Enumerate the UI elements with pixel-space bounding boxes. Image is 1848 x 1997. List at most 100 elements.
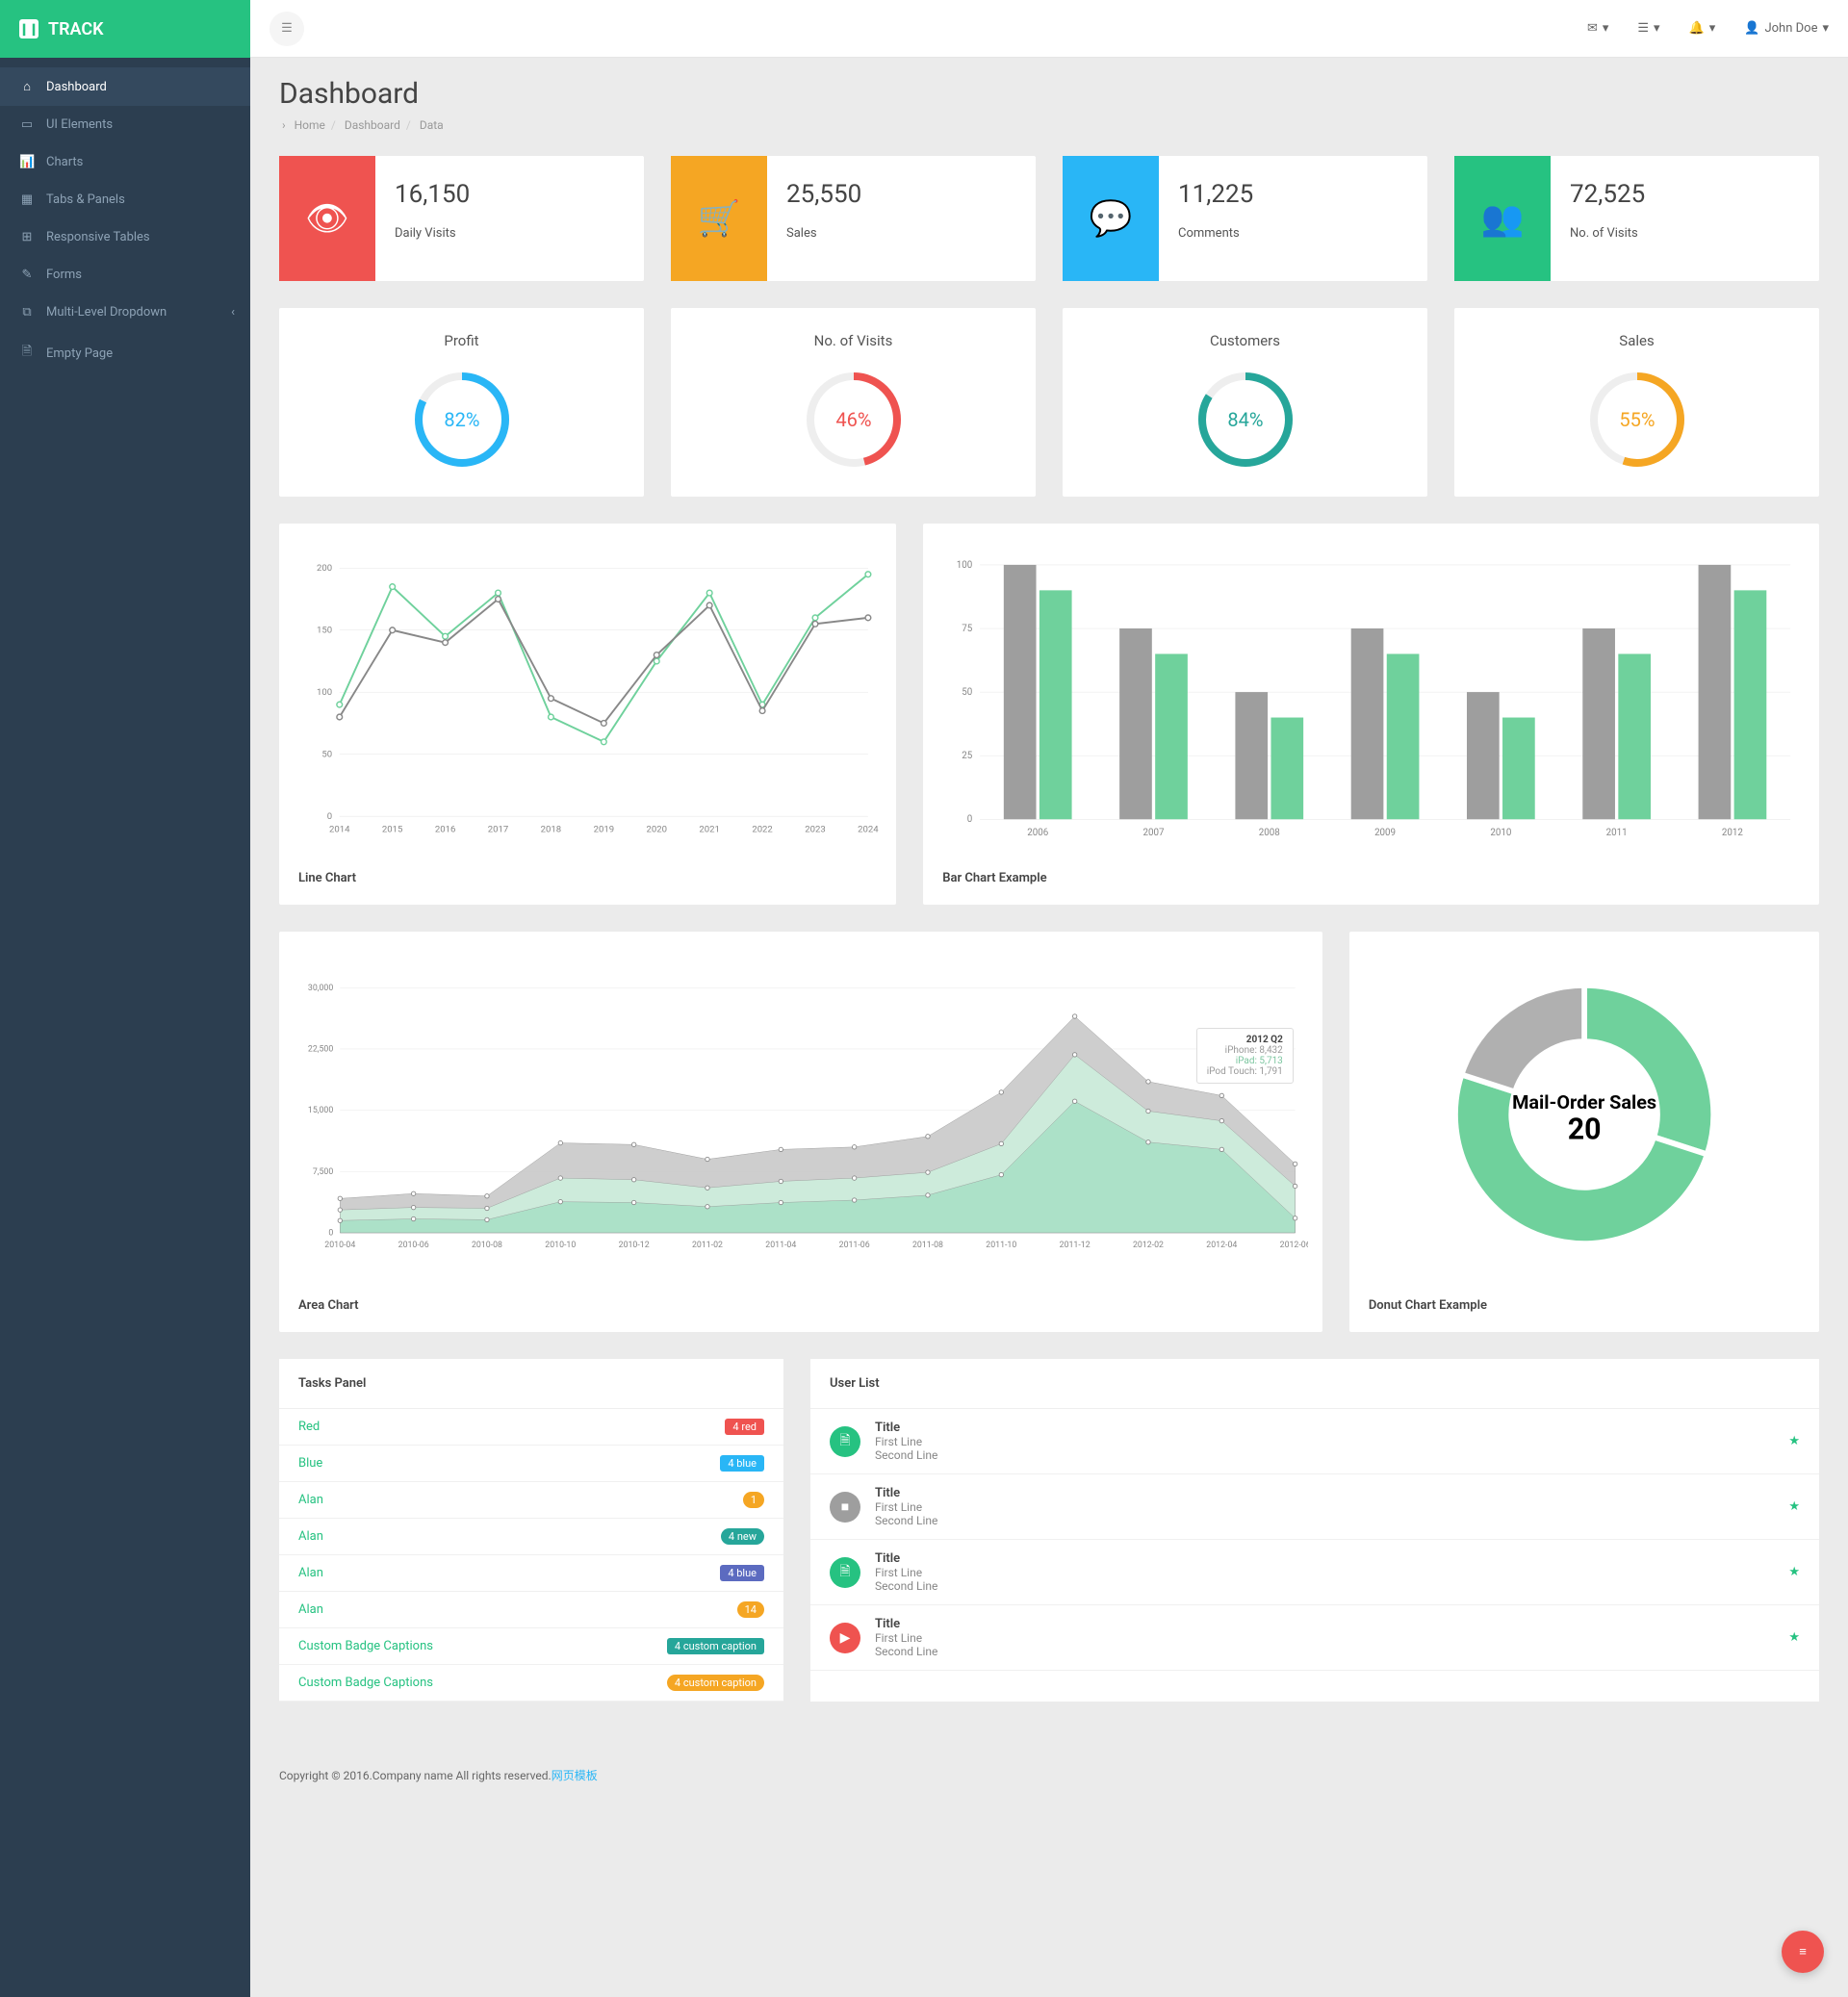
user-line2: Second Line [875, 1645, 1774, 1658]
nav-item-ui-elements[interactable]: ▭ UI Elements [0, 106, 250, 143]
stat-card: 👥72,525No. of Visits [1454, 156, 1819, 281]
stat-label: Sales [786, 226, 1016, 241]
svg-text:75: 75 [962, 624, 972, 634]
bar-chart: 02550751002006200720082009201020112012 [937, 538, 1805, 856]
nav-menu: ⌂Dashboard ▭ UI Elements 📊 Charts ▦Tabs & Pan… [0, 58, 250, 375]
task-badge: 4 blue [720, 1455, 764, 1472]
task-link[interactable]: Red [298, 1420, 320, 1434]
nav-item-empty-page[interactable]: 🗎Empty Page [0, 331, 250, 375]
circle-stat: Profit 82% [279, 308, 644, 497]
tooltip-title: 2012 Q2 [1207, 1035, 1283, 1045]
star-icon[interactable]: ★ [1788, 1565, 1800, 1579]
svg-text:2012: 2012 [1722, 828, 1743, 838]
nav-label: Responsive Tables [46, 230, 150, 244]
footer-link[interactable]: 网页模板 [552, 1769, 598, 1782]
stat-icon: 👥 [1454, 156, 1551, 281]
mail-dropdown[interactable]: ✉ ▾ [1587, 21, 1608, 36]
svg-text:2011: 2011 [1606, 828, 1628, 838]
svg-text:2011-04: 2011-04 [765, 1241, 796, 1250]
user-line1: First Line [875, 1631, 1774, 1645]
logo[interactable]: ❙❙ TRACK [0, 0, 250, 58]
task-link[interactable]: Custom Badge Captions [298, 1676, 433, 1690]
nav-item-responsive-tables[interactable]: ⊞Responsive Tables [0, 218, 250, 256]
task-link[interactable]: Alan [298, 1529, 323, 1544]
nav-item-tabs-panels[interactable]: ▦Tabs & Panels [0, 181, 250, 218]
fab-settings[interactable]: ≡ [1782, 1931, 1824, 1973]
circle-stat: No. of Visits 46% [671, 308, 1036, 497]
star-icon[interactable]: ★ [1788, 1434, 1800, 1448]
star-icon[interactable]: ★ [1788, 1630, 1800, 1645]
svg-text:100: 100 [317, 687, 332, 698]
bell-icon: 🔔 [1689, 21, 1705, 36]
task-link[interactable]: Alan [298, 1602, 323, 1617]
main-content: Dashboard › Home/ Dashboard/ Data 👁16,15… [250, 58, 1848, 1748]
task-badge: 14 [737, 1601, 764, 1618]
svg-text:2010-06: 2010-06 [398, 1241, 429, 1250]
tooltip-row3: iPod Touch: 1,791 [1207, 1066, 1283, 1077]
svg-text:25: 25 [962, 751, 972, 761]
tooltip-row1: iPhone: 8,432 [1207, 1045, 1283, 1056]
stat-icon: 🛒 [671, 156, 767, 281]
nav-label: Multi-Level Dropdown [46, 305, 167, 320]
task-badge: 1 [743, 1492, 764, 1508]
svg-text:2023: 2023 [805, 824, 825, 834]
user-item[interactable]: 🗎TitleFirst LineSecond Line★ [810, 1409, 1819, 1474]
circles-row: Profit 82%No. of Visits 46%Customers 84%… [279, 308, 1819, 497]
task-item: Alan 14 [279, 1592, 783, 1628]
breadcrumb-data[interactable]: Data [420, 118, 444, 132]
svg-text:20: 20 [1568, 1114, 1602, 1147]
nav-icon: ▭ [19, 117, 35, 132]
stat-card: 🛒 25,550 Sales [671, 156, 1036, 281]
donut-chart-caption: Donut Chart Example [1364, 1287, 1805, 1318]
tooltip-row2: iPad: 5,713 [1207, 1056, 1283, 1066]
task-item: Alan4 blue [279, 1555, 783, 1592]
user-item[interactable]: 🗎TitleFirst LineSecond Line★ [810, 1540, 1819, 1605]
stat-icon: 👁 [279, 156, 375, 281]
breadcrumb-home[interactable]: Home [295, 118, 325, 132]
user-item[interactable]: ▶TitleFirst LineSecond Line★ [810, 1605, 1819, 1671]
notifications-dropdown[interactable]: 🔔 ▾ [1689, 21, 1716, 36]
users-panel-title: User List [810, 1359, 1819, 1409]
nav-label: UI Elements [46, 117, 113, 132]
svg-text:2010-10: 2010-10 [545, 1241, 576, 1250]
svg-text:15,000: 15,000 [308, 1106, 333, 1115]
stat-value: 25,550 [786, 180, 1016, 209]
svg-text:22,500: 22,500 [308, 1045, 333, 1055]
svg-text:150: 150 [317, 626, 332, 636]
tasks-dropdown[interactable]: ☰ ▾ [1637, 21, 1659, 36]
task-badge: 4 custom caption [667, 1638, 764, 1654]
nav-icon: 📊 [19, 155, 35, 169]
circle-title: No. of Visits [695, 332, 1012, 349]
nav-item-multi-level-dropdown[interactable]: ⧉Multi-Level Dropdown‹ [0, 294, 250, 331]
area-chart: 07,50015,00022,50030,0002010-042010-0620… [294, 946, 1308, 1283]
svg-text:2011-08: 2011-08 [912, 1241, 943, 1250]
svg-text:2009: 2009 [1374, 828, 1396, 838]
charts-row-2: 07,50015,00022,50030,0002010-042010-0620… [279, 932, 1819, 1332]
user-item[interactable]: ■TitleFirst LineSecond Line★ [810, 1474, 1819, 1540]
hamburger-button[interactable]: ☰ [270, 12, 304, 46]
svg-text:2012-06: 2012-06 [1280, 1241, 1308, 1250]
stat-label: Comments [1178, 226, 1408, 241]
page-title: Dashboard [279, 77, 1819, 111]
svg-text:2006: 2006 [1027, 828, 1048, 838]
nav-icon: ▦ [19, 192, 35, 207]
tasks-list: Red4 redBlue4 blueAlan1Alan4 newAlan4 bl… [279, 1409, 783, 1702]
star-icon[interactable]: ★ [1788, 1499, 1800, 1514]
nav-item-charts[interactable]: 📊 Charts [0, 143, 250, 181]
task-link[interactable]: Blue [298, 1456, 322, 1471]
breadcrumb-dashboard[interactable]: Dashboard [345, 118, 400, 132]
area-chart-tooltip: 2012 Q2 iPhone: 8,432 iPad: 5,713 iPod T… [1196, 1028, 1294, 1084]
topbar: ☰ ✉ ▾ ☰ ▾ 🔔 ▾ 👤 John Doe ▾ [250, 0, 1848, 58]
user-dropdown[interactable]: 👤 John Doe ▾ [1744, 21, 1829, 36]
svg-text:Mail-Order Sales: Mail-Order Sales [1512, 1091, 1656, 1114]
nav-label: Forms [46, 268, 82, 282]
nav-label: Charts [46, 155, 83, 169]
nav-item-forms[interactable]: ✎Forms [0, 256, 250, 294]
logo-icon: ❙❙ [19, 19, 38, 38]
user-avatar-icon: ▶ [830, 1623, 860, 1653]
nav-item-dashboard[interactable]: ⌂Dashboard [0, 67, 250, 106]
task-link[interactable]: Alan [298, 1566, 323, 1580]
svg-text:50: 50 [962, 687, 972, 698]
task-link[interactable]: Alan [298, 1493, 323, 1507]
task-link[interactable]: Custom Badge Captions [298, 1639, 433, 1653]
